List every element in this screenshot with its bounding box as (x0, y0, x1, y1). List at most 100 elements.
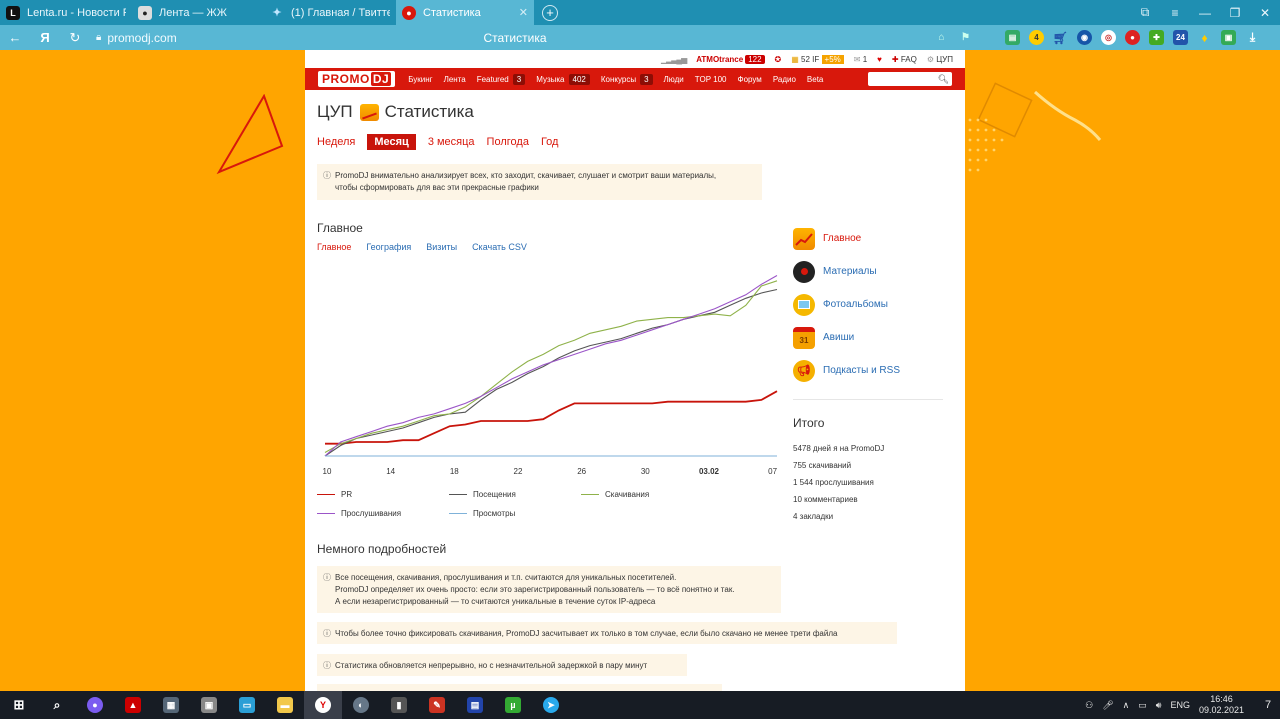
menu-item-radio[interactable]: Радио (773, 75, 796, 84)
detail-info-box-3: ⓘ Статистика обновляется непрерывно, но … (317, 654, 687, 676)
subtab-csv[interactable]: Скачать CSV (472, 242, 527, 252)
menu-item-booking[interactable]: Букинг (408, 75, 432, 84)
section-title-main: Главное (317, 221, 363, 235)
folder-icon[interactable]: ▬ (266, 691, 304, 719)
browser-tab-1[interactable]: L Lenta.ru - Новости Росси (0, 0, 132, 25)
promodj-logo[interactable]: PROMO DJ (318, 71, 396, 87)
menu-item-people[interactable]: Люди (664, 75, 684, 84)
new-tab-button[interactable]: + (542, 4, 558, 21)
menu-item-forum[interactable]: Форум (738, 75, 762, 84)
app-icon[interactable]: ✎ (418, 691, 456, 719)
legend-item[interactable]: PR (317, 490, 352, 499)
main-nav: PROMO DJ Букинг Лента Featured 3 Музыка 402… (305, 68, 965, 90)
volume-icon[interactable]: 🔊︎ (1156, 700, 1162, 711)
telegram-icon[interactable]: ➤ (532, 691, 570, 719)
legend-item[interactable]: Прослушивания (317, 509, 401, 518)
app-icon[interactable]: ▣ (190, 691, 228, 719)
sidebar-item-materials[interactable]: Материалы (793, 255, 943, 288)
legend-item[interactable]: Посещения (449, 490, 516, 499)
microphone-icon[interactable]: 🎤︎ (1102, 700, 1113, 711)
sidebar-item-main[interactable]: Главное (793, 222, 943, 255)
close-window-button[interactable]: ✕ (1250, 6, 1280, 20)
menu-item-featured[interactable]: Featured 3 (477, 73, 526, 85)
torrent-icon[interactable]: µ (494, 691, 532, 719)
search-icon[interactable]: 🔍︎ (938, 74, 949, 85)
extension-icon[interactable]: ◎ (1101, 30, 1116, 45)
chart-subtabs: Главное География Визиты Скачать CSV (317, 242, 542, 252)
sidebar-item-podcasts[interactable]: 📢︎ Подкасты и RSS (793, 354, 943, 387)
period-halfyear[interactable]: Полгода (487, 136, 529, 148)
messages-link[interactable]: ✉ 1 (854, 55, 867, 64)
intro-text-2: чтобы сформировать для вас эти прекрасны… (335, 183, 539, 192)
subtab-geography[interactable]: География (366, 242, 411, 252)
percent-badge: +5% (821, 54, 844, 64)
close-tab-icon[interactable]: ✕ (519, 6, 528, 19)
start-button[interactable]: ⊞ (0, 691, 38, 719)
period-3months[interactable]: 3 месяца (428, 136, 475, 148)
user-link[interactable]: ATMOtrance 122 (696, 54, 765, 64)
yandex-browser-icon[interactable]: Y (304, 691, 342, 719)
notifications-button[interactable]: 7 (1256, 699, 1280, 711)
menu-item-beta[interactable]: Beta (807, 75, 823, 84)
network-icon[interactable]: ▭ (1138, 700, 1147, 711)
period-week[interactable]: Неделя (317, 136, 355, 148)
menu-item-contests[interactable]: Конкурсы 3 (600, 73, 653, 85)
keyboard-language[interactable]: ENG (1170, 700, 1190, 710)
period-year[interactable]: Год (541, 136, 559, 148)
coins-link[interactable]: ▦ 52 IF +5% (791, 54, 844, 64)
tabs-icon[interactable]: ⧉ (1130, 5, 1160, 20)
legend-item[interactable]: Скачивания (581, 490, 649, 499)
faq-link[interactable]: ✚ FAQ (892, 55, 917, 64)
browser-tab-2[interactable]: ● Лента — ЖЖ (132, 0, 264, 25)
section-title-details: Немного подробностей (317, 542, 447, 556)
menu-icon[interactable]: ≡ (1160, 6, 1190, 20)
save-icon[interactable]: ▤ (456, 691, 494, 719)
window-controls: ⧉ ≡ — ❐ ✕ (1130, 0, 1280, 25)
restore-button[interactable]: ❐ (1220, 6, 1250, 20)
minimize-button[interactable]: — (1190, 6, 1220, 20)
extension-icon[interactable]: 4 (1029, 30, 1044, 45)
globe-icon[interactable]: ◉ (1077, 30, 1092, 45)
usb-icon[interactable]: ▮ (380, 691, 418, 719)
bookmark-icon[interactable]: ⚑ (958, 30, 973, 45)
cup-link[interactable]: ⚙ ЦУП (927, 55, 953, 64)
extension-icon[interactable]: ♦ (1197, 30, 1212, 45)
browser-tab-active[interactable]: ● Статистика ✕ (396, 0, 534, 25)
browser-tab-3[interactable]: ✦ (1) Главная / Твиттер (264, 0, 396, 25)
sidebar-item-photos[interactable]: Фотоальбомы (793, 288, 943, 321)
extension-icon[interactable]: 24 (1173, 30, 1188, 45)
extension-icon[interactable]: ✚ (1149, 30, 1164, 45)
download-icon[interactable]: ⤓ (1245, 30, 1260, 45)
x-tick-label: 30 (641, 467, 650, 476)
app-icon[interactable]: ▭ (228, 691, 266, 719)
vpn-icon[interactable]: ⌂ (934, 30, 949, 45)
subtab-visits[interactable]: Визиты (426, 242, 457, 252)
cart-icon[interactable]: 🛒︎ (1053, 30, 1068, 45)
menu-label: Конкурсы (600, 74, 637, 84)
extension-icon[interactable]: ▤ (1005, 30, 1020, 45)
extension-icon[interactable]: ● (1125, 30, 1140, 45)
alice-icon[interactable]: ● (76, 691, 114, 719)
subtab-main[interactable]: Главное (317, 242, 351, 252)
tray-expand-icon[interactable]: ∧ (1123, 700, 1130, 711)
extension-icon[interactable]: ▣ (1221, 30, 1236, 45)
twitter-icon: ✦ (272, 7, 282, 19)
app-icon[interactable]: ▲ (114, 691, 152, 719)
person-icon[interactable]: ⚇ (1085, 700, 1093, 711)
menu-item-top100[interactable]: TOP 100 (695, 75, 727, 84)
menu-item-feed[interactable]: Лента (444, 75, 466, 84)
legend-item[interactable]: Просмотры (449, 509, 515, 518)
menu-item-music[interactable]: Музыка 402 (536, 73, 590, 85)
info-icon: ⓘ (323, 661, 331, 670)
clock[interactable]: 16:46 09.02.2021 (1199, 694, 1244, 716)
calculator-icon[interactable]: ▦ (152, 691, 190, 719)
period-month[interactable]: Месяц (367, 134, 416, 150)
total-comments: 10 комментариев (793, 495, 858, 504)
search-input[interactable]: 🔍︎ (868, 72, 952, 86)
notifications-icon[interactable]: ✪ (775, 55, 782, 64)
heart-icon[interactable]: ♥ (877, 55, 882, 64)
total-listens: 1 544 прослушивания (793, 478, 874, 487)
search-icon[interactable]: ⌕ (38, 691, 76, 719)
sidebar-item-posters[interactable]: 31 Авиши (793, 321, 943, 354)
app-icon[interactable]: ◐ (342, 691, 380, 719)
